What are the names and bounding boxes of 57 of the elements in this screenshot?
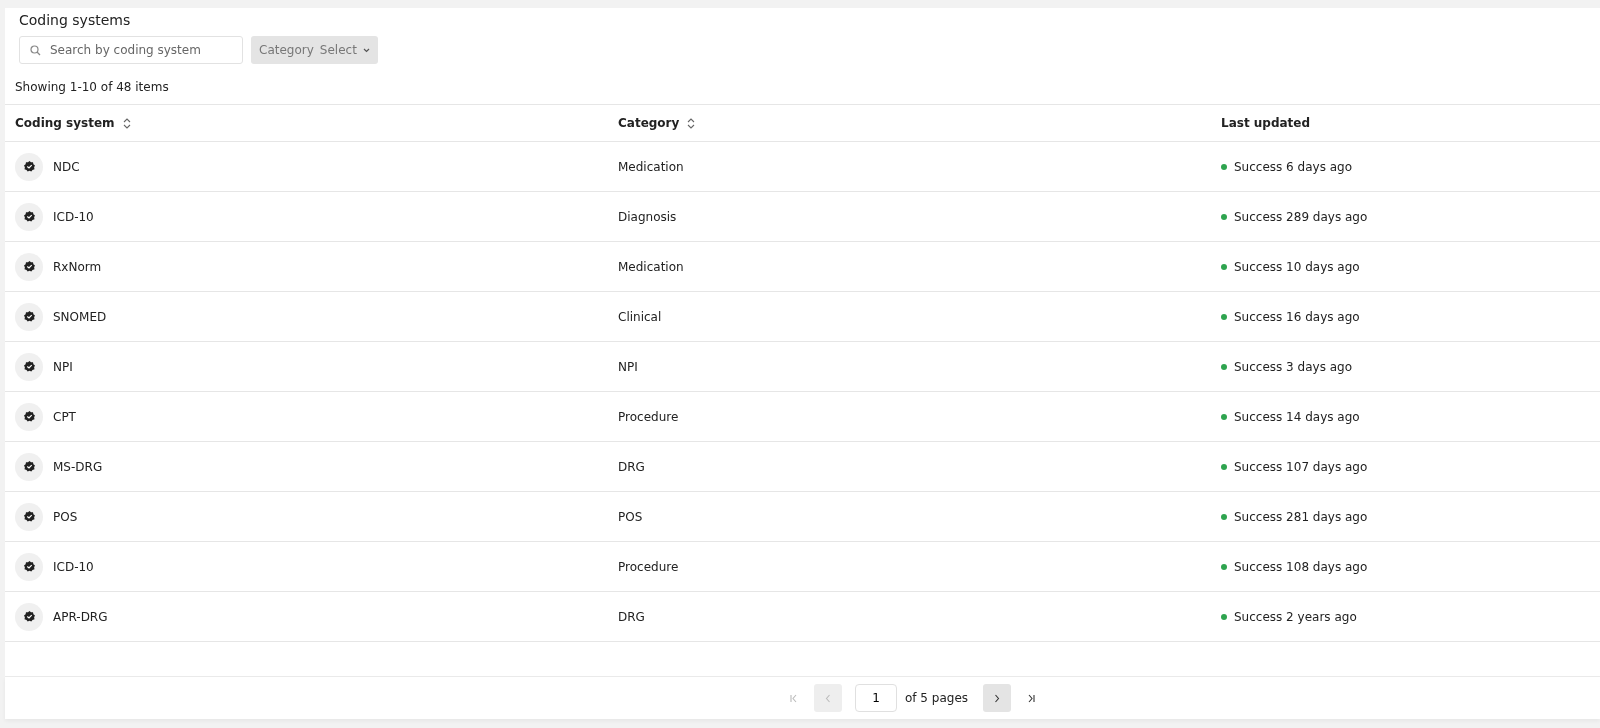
last-updated-text: Success 281 days ago [1234, 509, 1368, 524]
item-count-text: Showing 1-10 of 48 items [15, 79, 170, 96]
verified-icon [23, 411, 35, 422]
coding-system-name: ICD-10 [53, 209, 94, 224]
sort-icon [122, 117, 131, 129]
last-updated-text: Success 16 days ago [1234, 309, 1360, 324]
last-updated-text: Success 2 years ago [1234, 609, 1357, 624]
category-text: Medication [618, 259, 684, 274]
coding-system-name: SNOMED [53, 309, 107, 324]
verified-icon [23, 211, 35, 222]
verified-icon [23, 161, 35, 172]
last-updated-text: Success 289 days ago [1234, 209, 1368, 224]
verified-icon [23, 361, 35, 372]
coding-system-name: POS [53, 509, 78, 524]
column-header: Last updated [1220, 116, 1312, 130]
verified-icon [23, 511, 35, 522]
first-page-icon [789, 693, 798, 703]
last-updated-text: Success 14 days ago [1234, 409, 1360, 424]
verified-icon [23, 311, 35, 322]
category-text: DRG [618, 459, 645, 474]
verified-icon [23, 611, 35, 622]
column-header[interactable]: Category [608, 116, 1211, 130]
verified-icon [23, 261, 35, 272]
category-text: Procedure [618, 409, 679, 424]
search-field[interactable]: Search by coding system [19, 36, 243, 64]
coding-system-name: MS-DRG [53, 459, 103, 474]
coding-system-name: CPT [53, 409, 76, 424]
last-updated-text: Success 108 days ago [1234, 559, 1368, 574]
last-updated-text: Success 10 days ago [1234, 259, 1360, 274]
last-page-icon [1027, 693, 1036, 703]
column-header[interactable]: Coding system [5, 116, 608, 130]
next-page-icon [993, 693, 1002, 703]
category-text: Medication [618, 159, 684, 174]
category-text: NPI [618, 359, 638, 374]
sort-icon [687, 117, 696, 129]
verified-icon [23, 561, 35, 572]
coding-system-name: APR-DRG [53, 609, 108, 624]
last-updated-text: Success 6 days ago [1234, 159, 1353, 174]
verified-icon [23, 461, 35, 472]
page-title: Coding systems [19, 11, 132, 30]
page-number-field[interactable]: 1 [854, 684, 897, 712]
last-updated-text: Success 3 days ago [1234, 359, 1353, 374]
coding-system-name: NDC [53, 159, 80, 174]
coding-system-name: NPI [53, 359, 73, 374]
last-updated-text: Success 107 days ago [1234, 459, 1368, 474]
previous-page-icon [823, 693, 832, 703]
category-text: Procedure [618, 559, 679, 574]
chevron-down-icon [362, 47, 370, 53]
page-count-text: of 5 pages [904, 691, 969, 705]
coding-system-name: ICD-10 [53, 559, 94, 574]
category-text: Diagnosis [618, 209, 677, 224]
category-text: DRG [618, 609, 645, 624]
category-text: Clinical [618, 309, 662, 324]
next-page-button[interactable] [983, 684, 1012, 712]
coding-system-name: RxNorm [53, 259, 102, 274]
category-filter-dropdown[interactable]: Category Select [251, 36, 378, 64]
category-text: POS [618, 509, 643, 524]
